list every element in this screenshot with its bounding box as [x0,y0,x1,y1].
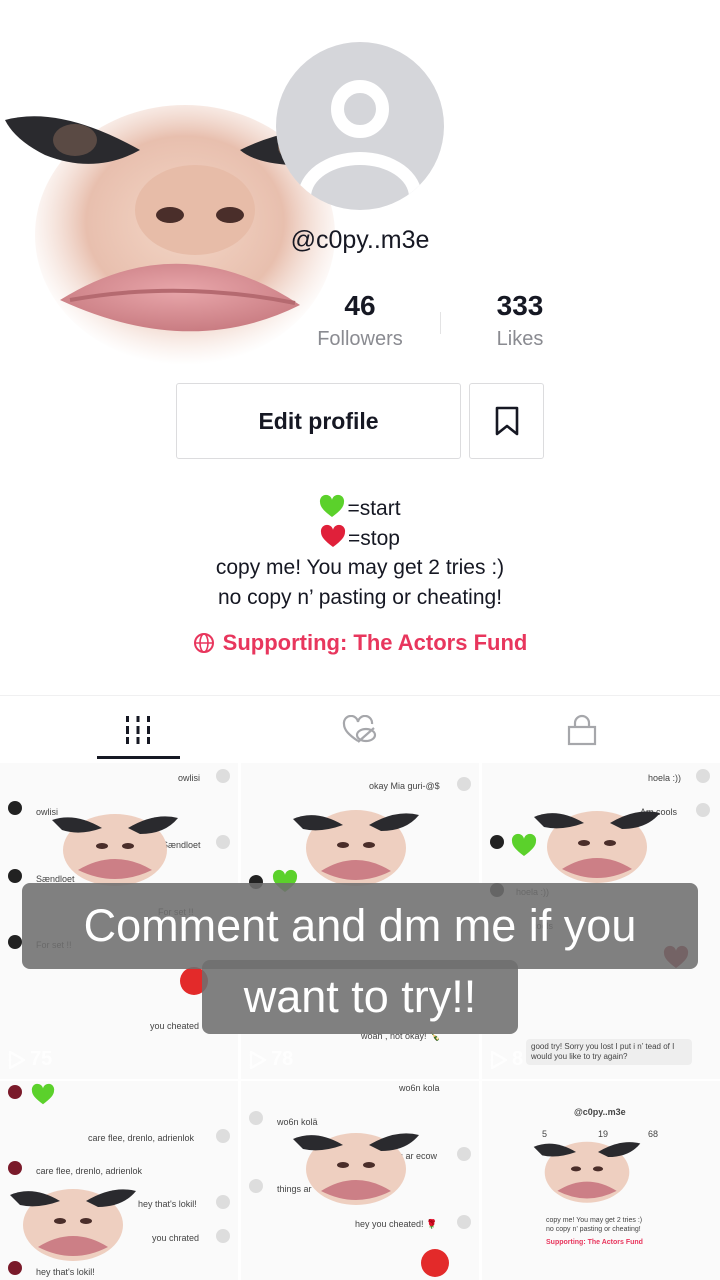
comment-avatar [8,935,22,949]
comment-avatar [8,869,22,883]
comment-text: cools [532,921,554,931]
followers-count: 46 [344,290,376,321]
comment-avatar [216,1129,230,1143]
video-thumbnail[interactable]: care flee, drenlo, adrienlok care flee, … [0,1081,238,1280]
stat-divider [440,312,441,334]
profile-bio: =start =stop copy me! You may get 2 trie… [0,494,720,612]
followers-stat[interactable]: 46 Followers [290,290,430,351]
bio-line-1: =start [0,494,720,524]
video-grid: owlisi owlisi Sændloet Sændloet For set … [0,763,720,1280]
comment-avatar [8,801,22,815]
play-icon [490,1050,508,1069]
comment-avatar [216,769,230,783]
view-count: 78 [249,1048,293,1071]
avatar-placeholder-body [298,152,422,210]
comment-avatar [696,803,710,817]
tab-liked[interactable] [240,696,480,764]
red-heart-emoji [663,945,689,968]
supporting-label: Supporting: The Actors Fund [222,630,528,655]
green-heart-emoji [31,1083,55,1105]
tab-private[interactable] [462,696,702,764]
bio-line-2: =stop [0,524,720,554]
face-sticker-image [534,811,660,883]
comment-avatar [249,1179,263,1193]
stop-emoji [180,967,208,995]
comment-avatar [490,835,504,849]
face-sticker-image [293,1133,419,1205]
comment-avatar [249,1111,263,1125]
comment-text: hey you cheated! 🌹 [355,1219,438,1229]
play-icon [8,1050,26,1069]
hidden-heart-icon [342,715,377,743]
profile-screen: @c0py..m3e 46 Followers 333 Likes Edit p… [0,0,720,1280]
view-count: 75 [8,1048,52,1071]
comment-text: hoela :)) [648,773,682,783]
face-sticker-image [533,1141,641,1203]
profile-avatar[interactable] [276,42,444,210]
stat-text: 68 [648,1129,659,1139]
active-tab-indicator [97,756,180,759]
avatar-placeholder-head [331,80,389,138]
globe-heart-icon [193,633,214,653]
profile-username: @c0py..m3e [290,226,430,254]
video-thumbnail[interactable]: hoela :)) Am cools hoela :)) cools good … [482,763,720,1079]
favorites-button[interactable] [469,383,544,459]
video-thumbnail[interactable]: owlisi owlisi Sændloet Sændloet For set … [0,763,238,1079]
comment-avatar [457,1147,471,1161]
supporting-link[interactable]: Supporting: The Actors Fund [0,630,720,656]
comment-text: wo6n kola [399,1083,440,1093]
comment-text: hey that's lokil! [36,1267,95,1277]
comment-text: @c0py..m3e [574,1107,626,1117]
green-heart-emoji [320,494,345,517]
video-thumbnail[interactable]: wo6n kola wo6n kolä things ar ecow thing… [241,1081,479,1280]
comment-avatar [8,1085,22,1099]
lock-icon [567,714,597,746]
face-sticker-image [293,810,419,886]
comment-text: For set !! [158,907,194,917]
play-icon [249,1050,267,1069]
bio-line-3: copy me! You may get 2 tries :) [215,556,505,579]
comment-avatar [216,1195,230,1209]
tab-videos[interactable] [18,696,258,764]
likes-label: Likes [496,328,544,350]
face-sticker-image [10,1189,136,1261]
face-sticker-image [52,814,178,886]
stop-emoji [421,1249,449,1277]
comment-avatar [696,769,710,783]
video-thumbnail[interactable]: @c0py..m3e 5 19 68 copy me! You may get … [482,1081,720,1280]
video-thumbnail[interactable]: okay Mia guri-@$ woah , not okay! 🍾 78 [241,763,479,1079]
comment-avatar [457,777,471,791]
grid-bars-icon [126,716,150,744]
comment-text: no copy n’ pasting or cheating! [546,1226,641,1233]
comment-text: good try! Sorry you lost I put i n’ tead… [526,1039,692,1065]
comment-avatar [249,875,263,889]
edit-profile-button[interactable]: Edit profile [176,383,461,459]
likes-stat[interactable]: 333 Likes [450,290,590,351]
comment-text: hey that's lokil! [138,1199,197,1209]
bookmark-icon [495,406,518,436]
comment-text: Supporting: The Actors Fund [546,1239,643,1246]
comment-avatar [216,1229,230,1243]
comment-text: you cheated [150,1021,200,1031]
comment-avatar [8,1161,22,1175]
comment-avatar [490,883,504,897]
comment-text: owlisi [178,773,201,783]
comment-text: care flee, drenlo, adrienlok [36,1166,143,1176]
comment-text: hoela :)) [516,887,550,897]
followers-label: Followers [317,328,403,350]
green-heart-emoji [272,869,298,892]
red-heart-emoji [320,524,346,547]
comment-text: For set !! [36,940,72,950]
profile-tabs [0,695,720,763]
comment-text: care flee, drenlo, adrienlok [88,1133,195,1143]
comment-text: you chrated [152,1233,200,1243]
comment-text: woah , not okay! 🍾 [361,1031,441,1041]
comment-text: okay Mia guri-@$ [369,781,440,791]
comment-text: copy me! You may get 2 tries :) [546,1217,643,1224]
likes-count: 333 [496,290,544,321]
bio-line-4: no copy n’ pasting or cheating! [217,585,503,609]
comment-avatar [216,835,230,849]
view-count: 8 [490,1048,523,1071]
comment-avatar [457,1215,471,1229]
